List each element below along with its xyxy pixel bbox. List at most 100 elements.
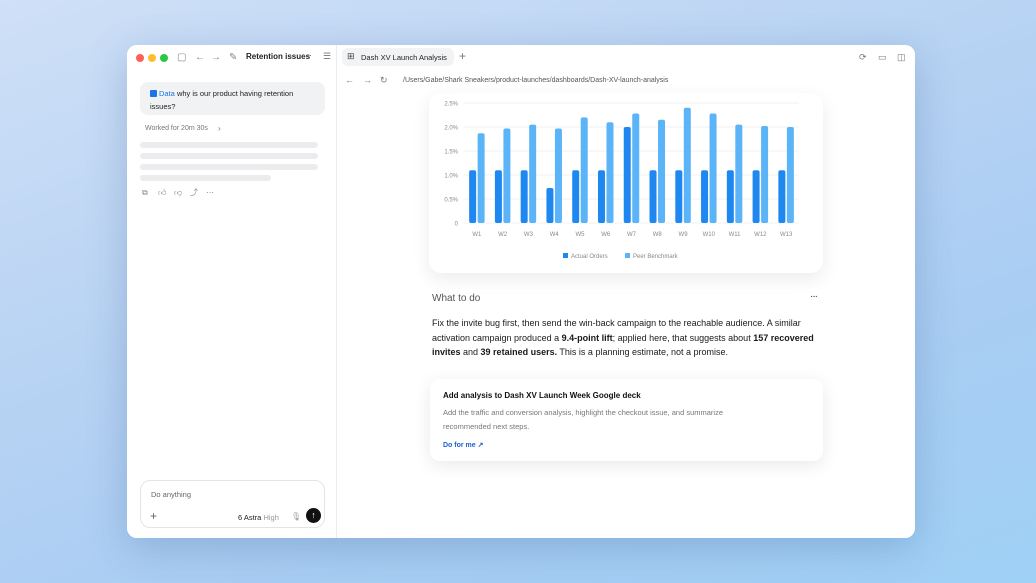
minimize-window-button[interactable] <box>148 54 156 62</box>
bar-peer-benchmark <box>735 124 743 223</box>
model-selector[interactable]: 6 Astra High <box>238 513 279 522</box>
reasoning-level: High <box>263 513 279 522</box>
worked-duration[interactable]: Worked for 20m 30s <box>145 125 208 132</box>
bar-actual-orders <box>494 170 502 223</box>
x-tick-label: W8 <box>653 232 663 238</box>
do-for-me-label: Do for me <box>443 442 476 449</box>
bar-peer-benchmark <box>761 126 769 223</box>
bar-peer-benchmark <box>529 124 537 223</box>
legend-label: Actual Orders <box>571 254 608 260</box>
bar-actual-orders <box>701 170 709 223</box>
data-source-icon <box>150 90 157 97</box>
sidebar-toggle-icon[interactable]: ▢ <box>177 51 186 65</box>
loading-skeleton-line <box>140 142 318 148</box>
bar-peer-benchmark <box>606 122 614 223</box>
new-chat-icon[interactable]: ✎ <box>229 51 237 65</box>
thumbs-up-icon[interactable]: 👍︎ <box>158 188 174 198</box>
y-tick-label: 0.5% <box>444 198 458 204</box>
legend-swatch <box>563 253 568 258</box>
model-name: 6 Astra <box>238 513 262 522</box>
task-card: Add analysis to Dash XV Launch Week Goog… <box>430 379 823 461</box>
bar-peer-benchmark <box>632 113 640 223</box>
bar-peer-benchmark <box>658 119 666 223</box>
x-tick-label: W9 <box>679 232 689 238</box>
para-bold-lift: 9.4-point lift <box>561 332 613 343</box>
bar-actual-orders <box>546 187 554 223</box>
forward-arrow-icon[interactable]: → <box>363 75 372 85</box>
copy-icon[interactable]: ⧉ <box>142 188 158 198</box>
chevron-right-icon[interactable]: › <box>218 124 221 133</box>
bar-peer-benchmark <box>477 133 485 223</box>
share-icon[interactable]: ⤴ <box>190 187 206 198</box>
user-message: Data why is our product having retention… <box>140 82 325 115</box>
x-tick-label: W1 <box>472 232 482 238</box>
x-tick-label: W13 <box>780 232 793 238</box>
x-tick-label: W6 <box>601 232 611 238</box>
section-title: What to do <box>432 293 481 304</box>
tab-label: Dash XV Launch Analysis <box>361 53 447 62</box>
tab-dash-xv-launch-analysis[interactable]: ⊞ Dash XV Launch Analysis <box>342 48 454 66</box>
bar-peer-benchmark <box>580 117 588 223</box>
close-window-button[interactable] <box>136 54 144 62</box>
bar-peer-benchmark <box>709 113 717 223</box>
y-tick-label: 0 <box>455 222 459 228</box>
arrow-up-right-icon: ↗ <box>477 442 484 449</box>
more-options-icon[interactable]: ··· <box>810 291 818 302</box>
legend-label: Peer Benchmark <box>633 254 679 260</box>
x-tick-label: W11 <box>729 232 742 238</box>
loading-skeleton-line <box>140 153 318 159</box>
display-icon[interactable]: ▭ <box>878 52 887 63</box>
reload-icon[interactable]: ↻ <box>380 75 388 86</box>
y-tick-label: 2.5% <box>444 102 458 108</box>
back-arrow-icon[interactable]: ← <box>345 75 354 85</box>
document-panel: ⊞ Dash XV Launch Analysis + ⟳ ▭ ◫ ← → ↻ … <box>337 45 915 538</box>
task-title: Add analysis to Dash XV Launch Week Goog… <box>443 391 641 400</box>
address-path[interactable]: /Users/Gabe/Shark Sneakers/product-launc… <box>403 77 668 84</box>
bar-chart: 2.5% 2.0% 1.5% 1.0% 0.5% 0 W1 W2 W3 W4 W5 W6 W7 W8 W9 W… <box>444 102 799 260</box>
new-tab-icon[interactable]: + <box>459 49 466 63</box>
bar-actual-orders <box>623 127 631 223</box>
bar-actual-orders <box>649 170 657 223</box>
composer-input[interactable]: Do anything <box>151 490 191 499</box>
back-arrow-icon[interactable]: ← <box>195 51 205 65</box>
panel-toggle-icon[interactable]: ◫ <box>897 52 906 63</box>
x-tick-label: W2 <box>498 232 508 238</box>
bar-actual-orders <box>597 170 605 223</box>
bar-peer-benchmark <box>554 128 562 223</box>
conversation-title: Retention issues <box>246 52 311 61</box>
bar-actual-orders <box>726 170 734 223</box>
para-text-2: ; applied here, that suggests about <box>612 332 754 343</box>
more-icon[interactable]: ⋯ <box>206 188 222 197</box>
microphone-icon[interactable]: 🎙︎ <box>291 512 301 521</box>
bar-peer-benchmark <box>786 127 794 223</box>
task-description: Add the traffic and conversion analysis,… <box>443 408 724 431</box>
chat-panel: ▢ ← → ✎ Retention issues ⋯ ☰ Data why is… <box>127 45 337 538</box>
app-window: ▢ ← → ✎ Retention issues ⋯ ☰ Data why is… <box>127 45 915 538</box>
para-text-3: and <box>460 347 481 357</box>
y-tick-label: 1.5% <box>444 150 458 156</box>
data-tag[interactable]: Data <box>159 89 175 98</box>
more-options-icon[interactable]: ⋯ <box>303 50 312 61</box>
recommendation-paragraph: Fix the invite bug first, then send the … <box>432 316 822 360</box>
x-tick-label: W10 <box>703 232 716 238</box>
maximize-window-button[interactable] <box>160 54 168 62</box>
refresh-small-icon[interactable]: ⟳ <box>859 52 867 63</box>
para-text-4: This is a planning estimate, not a promi… <box>557 347 729 357</box>
do-for-me-link[interactable]: Do for me ↗ <box>443 441 484 449</box>
list-icon[interactable]: ☰ <box>323 51 331 62</box>
loading-skeleton-line <box>140 175 271 181</box>
forward-arrow-icon[interactable]: → <box>211 51 221 65</box>
bar-peer-benchmark <box>503 128 511 223</box>
add-attachment-icon[interactable]: + <box>150 509 157 523</box>
y-tick-label: 2.0% <box>444 126 458 132</box>
loading-skeleton-line <box>140 164 318 170</box>
composer[interactable]: Do anything + 6 Astra High 🎙︎ ↑ <box>140 480 325 528</box>
x-tick-label: W12 <box>754 232 767 238</box>
message-actions: ⧉ 👍︎ 👎︎ ⤴ ⋯ <box>142 187 222 198</box>
x-tick-label: W7 <box>627 232 637 238</box>
bar-actual-orders <box>752 170 760 223</box>
legend-swatch <box>625 253 630 258</box>
left-toolbar: ▢ ← → ✎ Retention issues ⋯ ☰ <box>127 45 337 71</box>
thumbs-down-icon[interactable]: 👎︎ <box>174 188 190 198</box>
send-button[interactable]: ↑ <box>306 508 321 523</box>
